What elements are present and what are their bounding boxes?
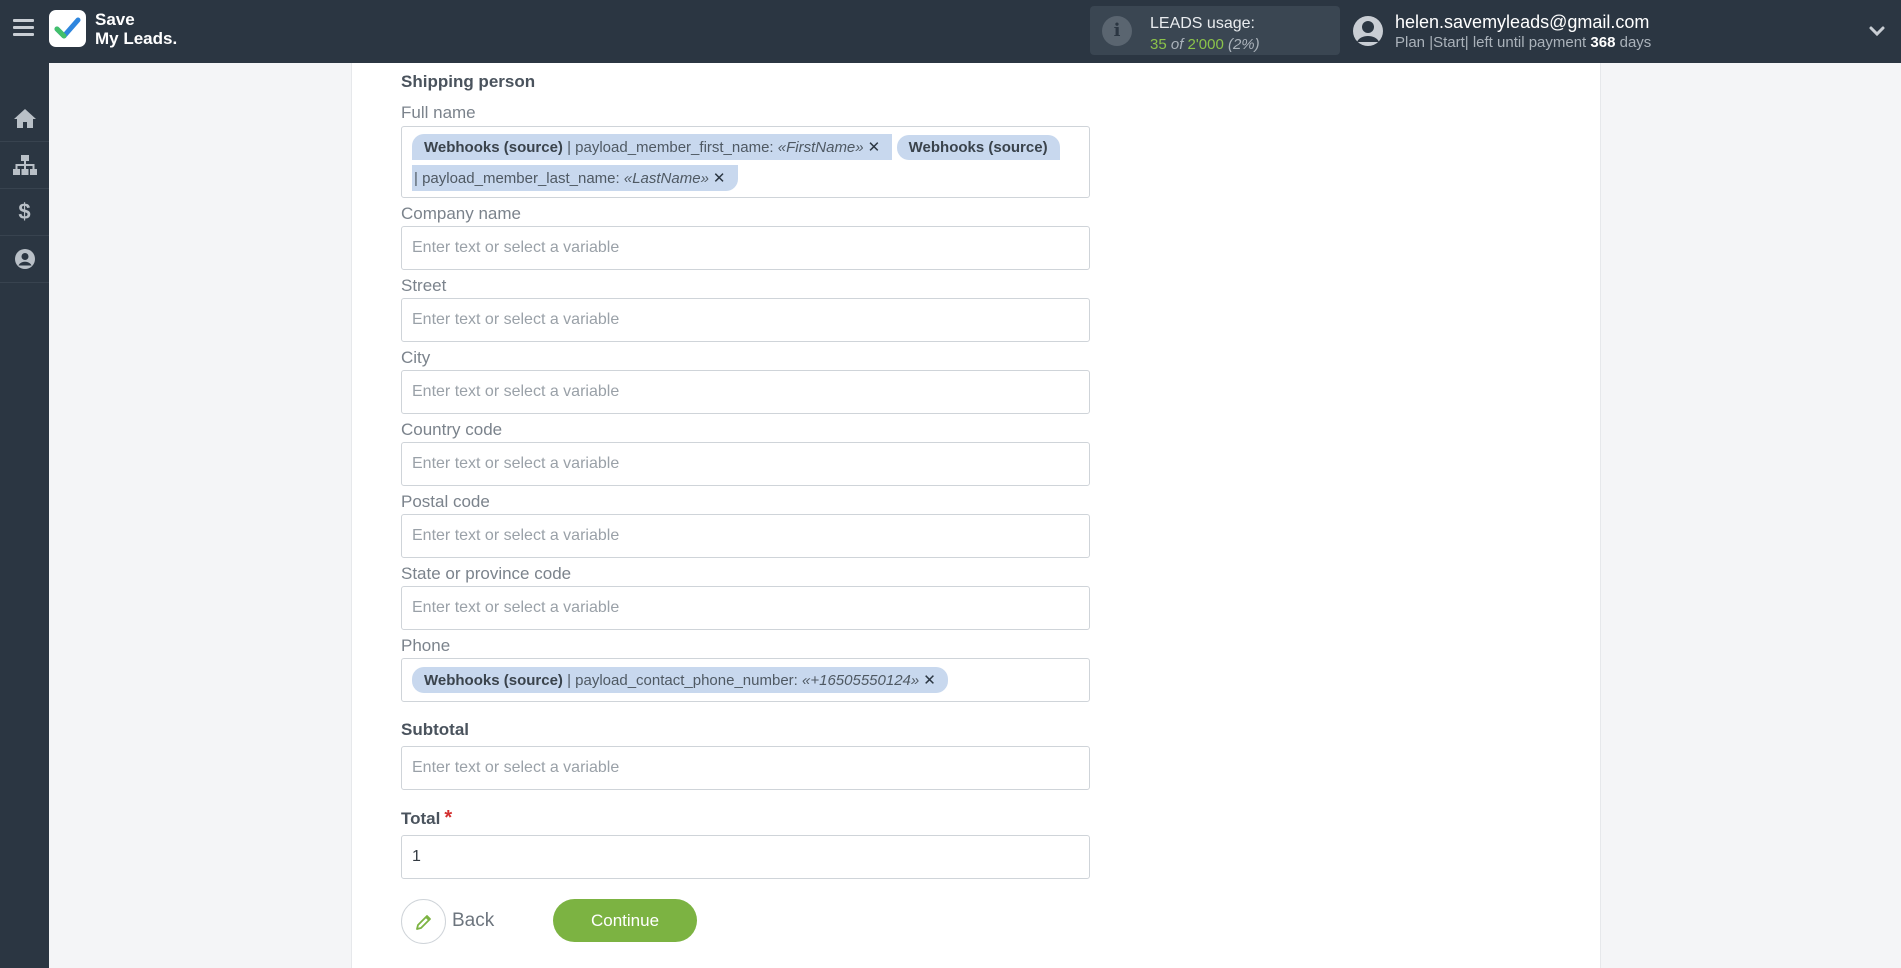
country-code-label: Country code [401,420,503,439]
top-bar: Save My Leads. i LEADS usage: 35 of 2'00… [0,0,1901,63]
info-icon: i [1102,16,1132,46]
company-name-input[interactable]: Enter text or select a variable [401,226,1090,270]
remove-tag-icon[interactable]: ✕ [713,170,726,187]
full-name-input[interactable]: Webhooks (source) | payload_member_first… [401,126,1090,198]
sidebar-item-home[interactable] [0,95,49,142]
leads-usage-box: i LEADS usage: 35 of 2'000 (2%) [1090,6,1340,55]
state-code-input[interactable]: Enter text or select a variable [401,586,1090,630]
logo-line-2: My Leads. [95,29,178,48]
usage-limit: 2'000 [1187,36,1224,53]
plan-text: Plan |Start| left until payment [1395,34,1587,51]
tag-value: «+16505550124» [802,672,920,689]
phone-label: Phone [401,636,451,655]
variable-tag[interactable]: Webhooks (source) | payload_contact_phon… [412,667,948,693]
continue-button[interactable]: Continue [553,899,697,942]
tag-field: | payload_member_last_name: [414,170,620,187]
tag-value: «FirstName» [777,139,864,156]
section-title: Shipping person [401,72,536,91]
company-name-label: Company name [401,204,522,223]
variable-tag-source[interactable]: Webhooks (source) [896,135,1060,160]
back-button[interactable] [401,899,446,944]
postal-code-label: Postal code [401,492,490,511]
menu-icon[interactable] [13,19,34,37]
variable-tag[interactable]: | payload_member_last_name: «LastName» ✕ [412,165,738,191]
sidebar-item-connections[interactable] [0,142,49,189]
subtotal-label: Subtotal [401,720,469,739]
remove-tag-icon[interactable]: ✕ [868,139,881,156]
total-label-text: Total [401,809,441,828]
required-mark: * [444,807,453,829]
tag-value: «LastName» [623,170,709,187]
sitemap-icon [12,155,37,175]
usage-stats: 35 of 2'000 (2%) [1150,36,1260,53]
street-input[interactable]: Enter text or select a variable [401,298,1090,342]
total-input[interactable]: 1 [401,835,1090,879]
sidebar-item-billing[interactable]: $ [0,189,49,236]
postal-code-input[interactable]: Enter text or select a variable [401,514,1090,558]
subtotal-input[interactable]: Enter text or select a variable [401,746,1090,790]
logo-icon[interactable] [49,10,86,47]
user-circle-icon [14,249,35,269]
tag-source: Webhooks (source) [424,672,563,689]
dollar-icon: $ [18,199,31,224]
tag-source: Webhooks (source) [424,139,563,156]
tag-source: Webhooks (source) [908,139,1048,156]
state-code-label: State or province code [401,564,572,583]
logo-text[interactable]: Save My Leads. [95,10,177,48]
remove-tag-icon[interactable]: ✕ [923,672,936,689]
home-icon [13,109,36,128]
usage-used: 35 [1150,36,1167,53]
chevron-down-icon[interactable] [1868,22,1886,40]
back-label[interactable]: Back [452,910,494,932]
plan-days-suffix: days [1619,34,1652,51]
user-avatar-icon[interactable] [1352,15,1384,47]
street-label: Street [401,276,447,295]
usage-of: of [1170,36,1184,53]
sidebar: $ [0,63,49,968]
user-plan: Plan |Start| left until payment 368 days [1395,34,1651,51]
country-code-input[interactable]: Enter text or select a variable [401,442,1090,486]
usage-title: LEADS usage: [1150,15,1255,32]
city-label: City [401,348,431,367]
logo-line-1: Save [95,10,135,29]
city-input[interactable]: Enter text or select a variable [401,370,1090,414]
full-name-label: Full name [401,103,476,122]
total-label: Total * [401,807,452,830]
phone-input[interactable]: Webhooks (source) | payload_contact_phon… [401,658,1090,702]
tag-field: | payload_member_first_name: [567,139,774,156]
user-email[interactable]: helen.savemyleads@gmail.com [1395,12,1649,33]
pencil-icon [415,914,431,930]
plan-days: 368 [1590,34,1616,51]
tag-field: | payload_contact_phone_number: [567,672,798,689]
variable-tag[interactable]: Webhooks (source) | payload_member_first… [412,134,893,160]
usage-percent: (2%) [1227,36,1260,53]
sidebar-item-account[interactable] [0,236,49,283]
